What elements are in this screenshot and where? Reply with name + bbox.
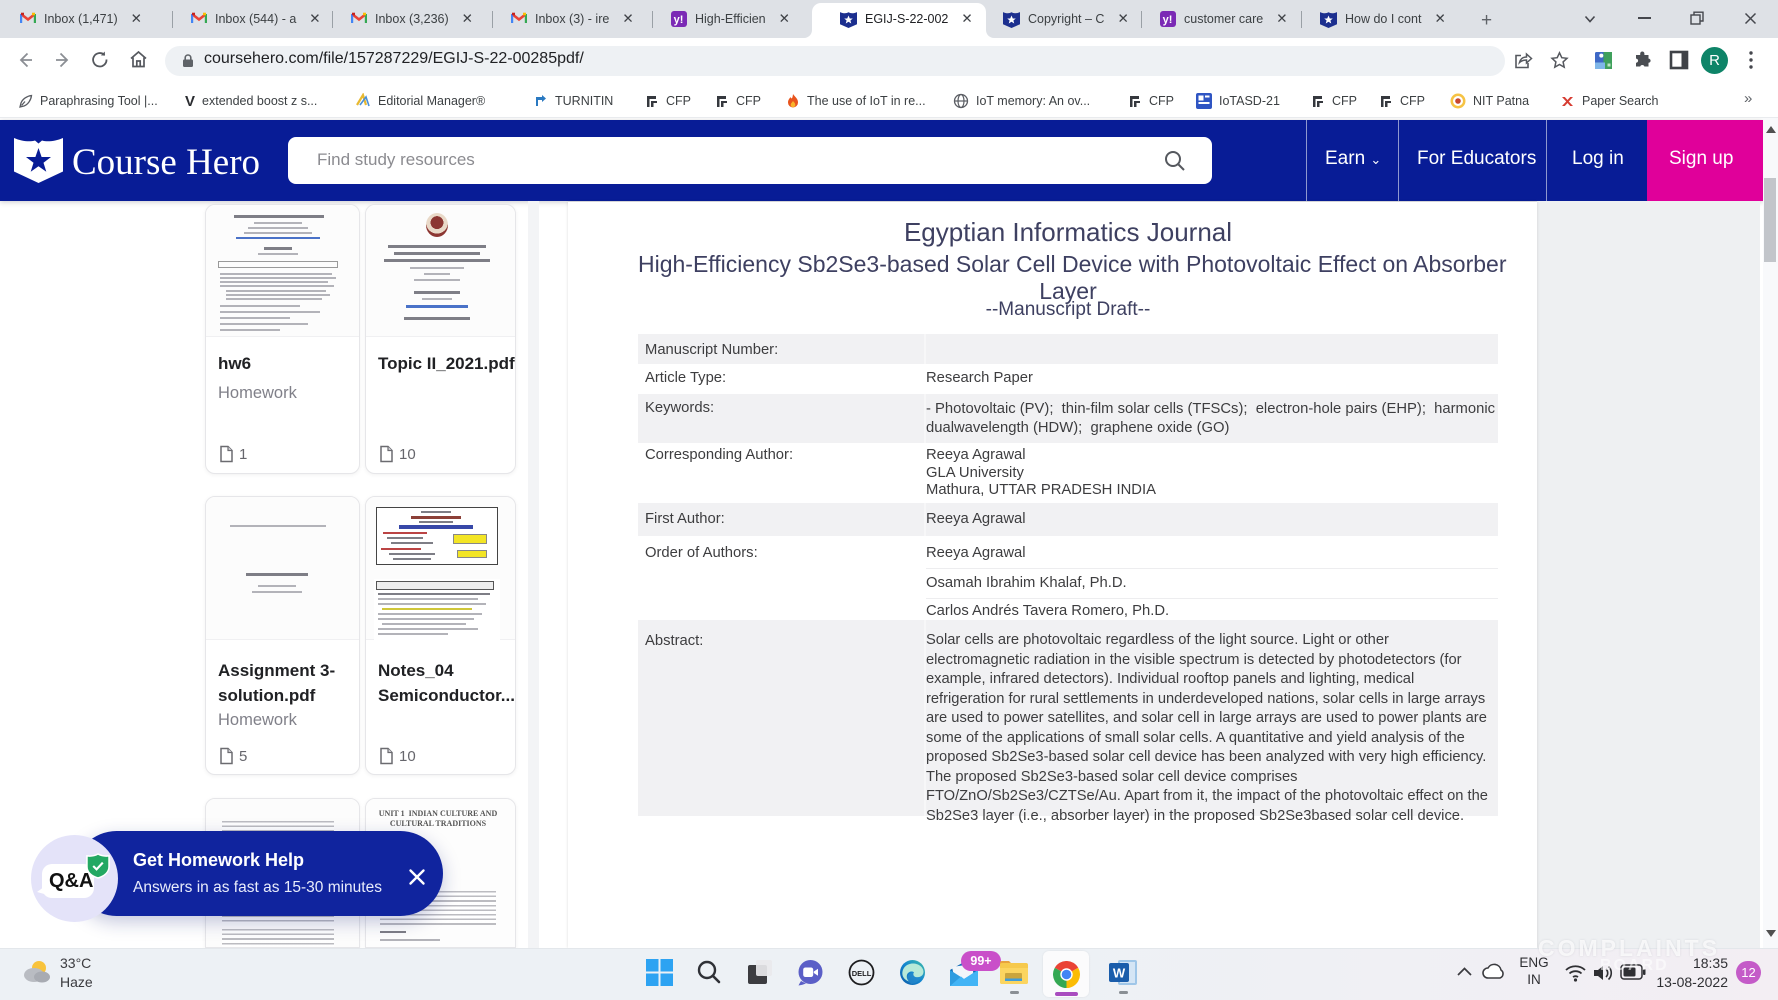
svg-text:W: W xyxy=(1113,966,1126,981)
svg-text:DELL: DELL xyxy=(852,969,872,978)
